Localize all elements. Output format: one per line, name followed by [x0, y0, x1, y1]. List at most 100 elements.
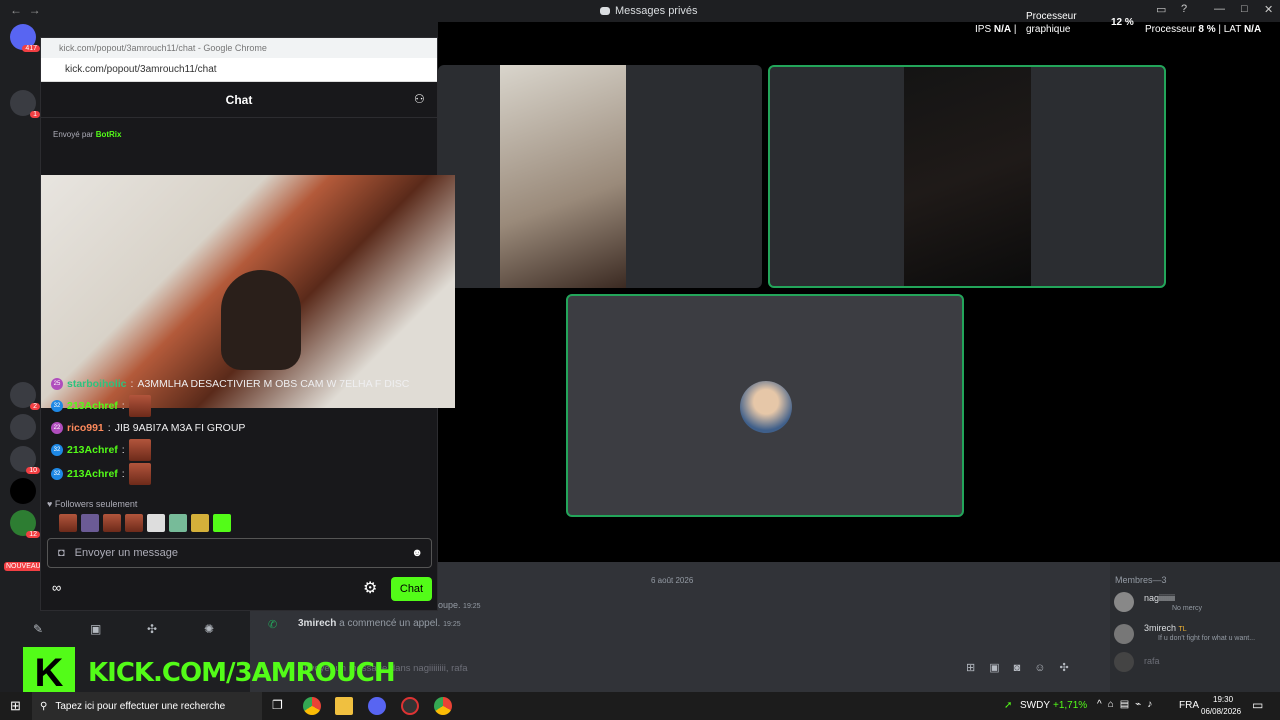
chat-message: 25 starboiholic: A3MMLHA DESACTIVIER M OB… — [51, 374, 431, 394]
avatar[interactable] — [1114, 624, 1134, 644]
stock-change: +1,71% — [1053, 700, 1088, 711]
member-name[interactable]: nagiiiiiiii — [1144, 593, 1175, 603]
emote — [128, 395, 151, 417]
chrome-title-bar: kick.com/popout/3amrouch11/chat - Google… — [41, 38, 437, 58]
chrome-popout-window: kick.com/popout/3amrouch11/chat - Google… — [40, 37, 455, 611]
server-icon[interactable]: 2 — [10, 382, 40, 410]
heart-icon: ♥ — [47, 499, 53, 509]
participant-video — [904, 67, 1031, 286]
soundboard-icon[interactable]: ✺ — [204, 622, 214, 636]
new-badge: NOUVEAU — [4, 562, 43, 571]
close-button[interactable]: ✕ — [1264, 3, 1273, 16]
gear-icon[interactable]: ⚙ — [363, 578, 377, 598]
cpu-readout: Processeur 8 % | LAT N/A — [1145, 24, 1262, 35]
participant-video — [500, 65, 626, 288]
emote — [128, 463, 151, 485]
emote[interactable] — [125, 514, 143, 532]
composer-tool-icons[interactable]: ⊞▣◙☺✣ — [966, 661, 1083, 674]
windows-start-icon[interactable]: ⊞ — [10, 698, 21, 714]
emote — [128, 439, 151, 461]
taskbar-search[interactable]: ⚲ Tapez ici pour effectuer une recherche — [32, 692, 262, 720]
obs-icon[interactable] — [401, 697, 419, 715]
window-title: Messages privés — [600, 5, 698, 17]
gpu-value: 12 % — [1111, 17, 1134, 28]
participant-avatar — [740, 381, 792, 433]
member-name[interactable]: 3mirech TL — [1144, 623, 1187, 633]
emoji-icon[interactable]: ☻ — [411, 547, 423, 559]
maximize-button[interactable]: □ — [1241, 3, 1248, 15]
stock-name[interactable]: SWDY — [1020, 700, 1050, 711]
server-icon[interactable] — [10, 414, 36, 440]
gpu-sub-label: graphique — [1026, 24, 1071, 35]
system-message: oupe. 19:25 — [438, 600, 481, 610]
kick-channel-text: KICK.COM/3AMROUCH — [88, 658, 396, 688]
phone-icon: ✆ — [268, 619, 278, 631]
server-rail — [0, 22, 44, 692]
emote[interactable] — [191, 514, 209, 532]
help-icon[interactable]: ? — [1181, 3, 1187, 15]
clock-date[interactable]: 06/08/2026 — [1201, 707, 1241, 716]
shield-icon: ◘ — [58, 547, 65, 559]
avatar[interactable] — [1114, 592, 1134, 612]
inbox-icon[interactable]: ▭ — [1156, 3, 1166, 16]
discord-app-icon[interactable] — [368, 697, 386, 715]
back-forward-nav[interactable]: ← → — [10, 3, 41, 17]
server-icon[interactable] — [10, 478, 36, 504]
activities-icon[interactable]: ✣ — [147, 622, 157, 636]
chat-message: 32 213Achref: — [51, 394, 431, 418]
chat-log: 25 starboiholic: A3MMLHA DESACTIVIER M OB… — [51, 374, 431, 486]
minimize-button[interactable]: — — [1214, 3, 1225, 15]
member-status: If u don't fight for what u want... — [1158, 635, 1256, 642]
members-header: Membres—3 — [1115, 575, 1167, 585]
chat-header: Chat — [41, 82, 437, 118]
discord-icon — [600, 7, 610, 15]
server-icon[interactable]: 10 — [10, 446, 40, 474]
task-view-icon[interactable]: ❐ — [272, 698, 283, 712]
emote-bar — [59, 514, 231, 532]
chat-send-button[interactable]: Chat — [391, 577, 432, 601]
member-status: No mercy — [1172, 605, 1202, 612]
followers-only-notice: ♥ Followers seulement — [47, 499, 138, 509]
member-name[interactable]: rafa — [1144, 656, 1160, 666]
chrome-icon[interactable] — [434, 697, 452, 715]
tray-icons[interactable]: ^⌂▤⌁♪ — [1097, 699, 1158, 710]
language-indicator[interactable]: FRA — [1179, 700, 1199, 711]
clock-time[interactable]: 19:30 — [1213, 695, 1233, 704]
gpu-label: Processeur — [1026, 11, 1077, 22]
search-icon: ⚲ — [40, 700, 48, 712]
mute-icon[interactable]: ✎ — [33, 622, 43, 636]
emote[interactable] — [213, 514, 231, 532]
avatar[interactable] — [1114, 652, 1134, 672]
emote[interactable] — [103, 514, 121, 532]
emote[interactable] — [169, 514, 187, 532]
chat-input[interactable]: ◘ Envoyer un message ☻ — [47, 538, 432, 568]
emote[interactable] — [81, 514, 99, 532]
infinity-icon[interactable]: ∞ — [52, 580, 61, 595]
pinned-message[interactable]: Envoyé par BotRix — [53, 130, 121, 139]
chat-message: 22 rico991: JIB 9ABI7A M3A FI GROUP — [51, 418, 431, 438]
server-icon[interactable]: 1 — [10, 90, 40, 118]
screen-share-icon[interactable]: ▣ — [90, 622, 101, 636]
emote[interactable] — [59, 514, 77, 532]
chat-message: 32 213Achref: — [51, 438, 431, 462]
video-tile[interactable] — [438, 65, 762, 288]
date-divider: 6 août 2026 — [651, 576, 694, 585]
call-started-message: 3mirech a commencé un appel. 19:25 — [298, 618, 461, 629]
video-tile-avatar[interactable] — [566, 294, 964, 517]
windows-taskbar: ⊞ ⚲ Tapez ici pour effectuer une recherch… — [0, 692, 1280, 720]
fps-readout: IPS N/A | — [975, 24, 1017, 35]
member-list: Membres—3 nagiiiiiiii No mercy 3mirech T… — [1110, 562, 1280, 692]
address-bar[interactable]: kick.com/popout/3amrouch11/chat — [41, 58, 437, 82]
video-tile-speaking[interactable] — [768, 65, 1166, 288]
chrome-icon[interactable] — [303, 697, 321, 715]
user-settings-icon[interactable]: ⚇ — [414, 92, 425, 106]
streamer-head — [221, 270, 301, 370]
emote[interactable] — [147, 514, 165, 532]
chat-message: 32 213Achref: — [51, 462, 431, 486]
home-server-icon[interactable]: 417 — [10, 24, 40, 52]
server-icon[interactable]: 12 — [10, 510, 40, 538]
notification-icon[interactable]: ▭ — [1252, 698, 1263, 712]
discord-title-bar: ← → Messages privés ▭ ? — □ ✕ — [0, 0, 1280, 22]
stock-icon: ➚ — [1004, 700, 1013, 711]
folder-icon[interactable] — [335, 697, 353, 715]
